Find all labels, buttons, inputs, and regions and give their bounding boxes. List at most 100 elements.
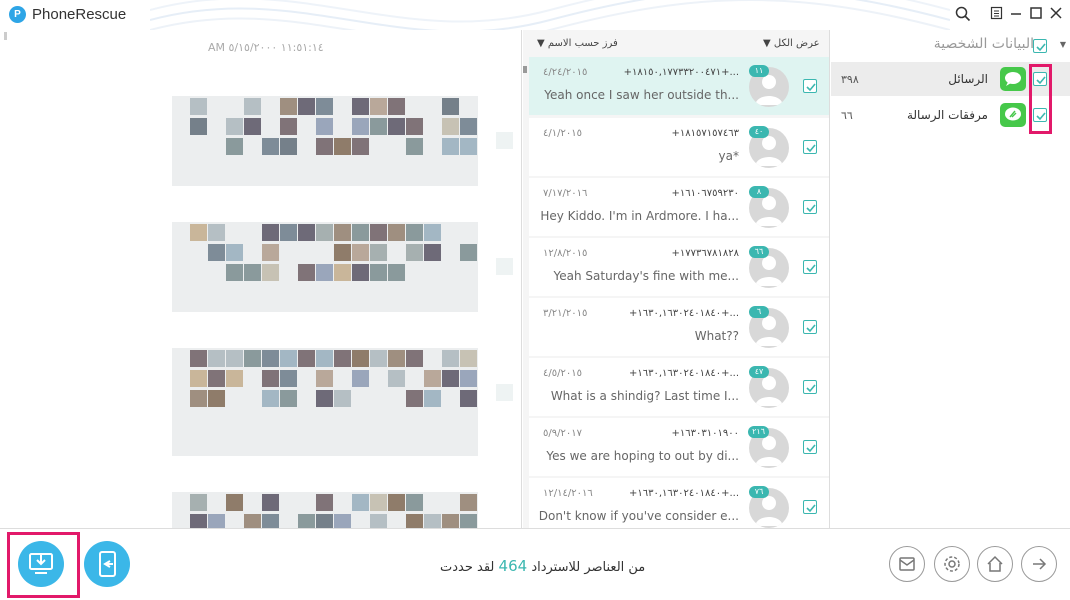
row-checkbox[interactable]	[803, 79, 817, 93]
pixel-block	[226, 264, 243, 281]
pixel-block	[316, 514, 333, 528]
app-logo-icon: P	[9, 6, 26, 23]
pixel-block	[208, 370, 225, 387]
maximize-icon[interactable]	[1029, 6, 1047, 24]
pixel-block	[244, 118, 261, 135]
pixel-block	[334, 390, 351, 407]
pixel-block	[370, 244, 387, 261]
row-checkbox[interactable]	[803, 200, 817, 214]
pixel-block	[316, 370, 333, 387]
message-preview: Don't know if you've consider e...	[538, 509, 739, 523]
list-scrollbar[interactable]	[523, 66, 527, 73]
row-checkbox[interactable]	[803, 320, 817, 334]
pixel-block	[424, 370, 441, 387]
pixel-block	[316, 264, 333, 281]
collapse-arrow-icon[interactable]: ▼	[1060, 40, 1066, 49]
message-row[interactable]: ٤/٢٤/٢٠١٥ +١٨١٥٠,١٧٧٣٣٢٠٠٤٧١+... Yeah on…	[529, 57, 829, 115]
category-group-header[interactable]: البيانات الشخصية ▼	[831, 30, 1070, 60]
bubble-marker	[496, 384, 513, 401]
pixel-block	[424, 390, 441, 407]
pixel-block	[442, 98, 459, 115]
message-number: +١٦٣٠,١٦٣٠٢٤٠١٨٤٠+...	[628, 488, 739, 499]
pixel-block	[334, 244, 351, 261]
message-preview: Yes we are hoping to out by di...	[546, 449, 739, 463]
message-date: ١٢/٨/٢٠١٥	[543, 248, 588, 259]
minimize-icon[interactable]	[1009, 6, 1027, 24]
message-count-badge: ٦	[749, 306, 769, 318]
home-icon	[987, 555, 1003, 572]
message-number: +١٨١٥٧١٥٧٤٦٣	[671, 128, 739, 139]
bubble-marker	[496, 258, 513, 275]
pixel-block	[424, 244, 441, 261]
conversation-preview-pane: AM ١١:٥١:١٤ ٥/١٥/٢٠٠٠	[0, 30, 522, 528]
message-count-badge: ٦٦	[749, 246, 769, 258]
pixel-block	[352, 494, 369, 511]
filter-label: عرض الكل	[773, 38, 820, 49]
pixel-block	[208, 350, 225, 367]
recover-to-device-button[interactable]	[84, 541, 130, 587]
message-row[interactable]: ٤/٥/٢٠١٥ +١٦٣٠,١٦٣٠٢٤٠١٨٤٠+... What is a…	[529, 358, 829, 416]
pixel-block	[460, 370, 477, 387]
pixel-block	[280, 350, 297, 367]
pixel-block	[388, 494, 405, 511]
pixel-block	[262, 224, 279, 241]
sort-dropdown[interactable]: ▼ فرز حسب الاسم	[537, 38, 618, 49]
pixel-block	[280, 224, 297, 241]
message-row[interactable]: ٧/١٧/٢٠١٦ +١٦١٠٦٧٥٩٢٣٠ Hey Kiddo. I'm in…	[529, 178, 829, 236]
pixel-block	[442, 118, 459, 135]
pixel-block	[244, 264, 261, 281]
settings-button[interactable]	[934, 546, 970, 582]
pixel-block	[226, 494, 243, 511]
message-row[interactable]: ١٢/٨/٢٠١٥ +١٧٧٣٦٧٨١٨٢٨ Yeah Saturday's f…	[529, 238, 829, 296]
pixel-block	[226, 118, 243, 135]
pane-edge-marker	[4, 32, 7, 40]
pixel-block	[406, 350, 423, 367]
message-count-badge: ٢١٦	[748, 426, 769, 438]
pixel-block	[388, 264, 405, 281]
next-button[interactable]	[1021, 546, 1057, 582]
close-icon[interactable]	[1049, 6, 1067, 24]
filter-dropdown[interactable]: ▼ عرض الكل	[763, 38, 820, 49]
highlight-frame-checkboxes	[1029, 64, 1052, 134]
home-button[interactable]	[977, 546, 1013, 582]
pixel-block	[352, 224, 369, 241]
pixel-block	[298, 224, 315, 241]
pixel-block	[352, 350, 369, 367]
pixel-block	[262, 370, 279, 387]
pixel-block	[460, 494, 477, 511]
message-preview: What is a shindig? Last time I...	[550, 389, 739, 403]
pixel-block	[262, 494, 279, 511]
pixel-block	[442, 138, 459, 155]
pixel-block	[334, 138, 351, 155]
message-number: +١٦١٠٦٧٥٩٢٣٠	[671, 188, 739, 199]
message-date: ٤/١/٢٠١٥	[543, 128, 582, 139]
pixel-block	[280, 118, 297, 135]
row-checkbox[interactable]	[803, 140, 817, 154]
message-row[interactable]: ٣/٢١/٢٠١٥ +١٦٣٠,١٦٣٠٢٤٠١٨٤٠+... What?? ٦	[529, 298, 829, 356]
row-checkbox[interactable]	[803, 500, 817, 514]
messages-icon	[1000, 67, 1026, 91]
menu-icon[interactable]	[990, 6, 1008, 24]
sort-label: فرز حسب الاسم	[547, 38, 618, 49]
arrow-right-icon	[1033, 558, 1047, 570]
feedback-button[interactable]	[889, 546, 925, 582]
row-checkbox[interactable]	[803, 380, 817, 394]
group-checkbox[interactable]	[1033, 39, 1047, 53]
pixel-block	[298, 264, 315, 281]
message-row[interactable]: ٥/٩/٢٠١٧ +١٦٣٠٣١٠١٩٠٠ Yes we are hoping …	[529, 418, 829, 476]
search-icon[interactable]	[955, 6, 973, 24]
message-row[interactable]: ٤/١/٢٠١٥ +١٨١٥٧١٥٧٤٦٣ ya* ٤٠	[529, 118, 829, 176]
message-row[interactable]: ١٢/١٤/٢٠١٦ +١٦٣٠,١٦٣٠٢٤٠١٨٤٠+... Don't k…	[529, 478, 829, 528]
row-checkbox[interactable]	[803, 440, 817, 454]
bottom-toolbar: من العناصر للاسترداد 464 لقد حددت	[0, 528, 1070, 600]
pixel-block	[316, 118, 333, 135]
pixel-block	[352, 138, 369, 155]
pixel-block	[298, 98, 315, 115]
pixel-block	[388, 224, 405, 241]
pixel-block	[244, 514, 261, 528]
message-count-badge: ٤٧	[749, 366, 769, 378]
pixel-block	[208, 514, 225, 528]
row-checkbox[interactable]	[803, 260, 817, 274]
pixel-block	[262, 390, 279, 407]
pixel-block	[190, 514, 207, 528]
